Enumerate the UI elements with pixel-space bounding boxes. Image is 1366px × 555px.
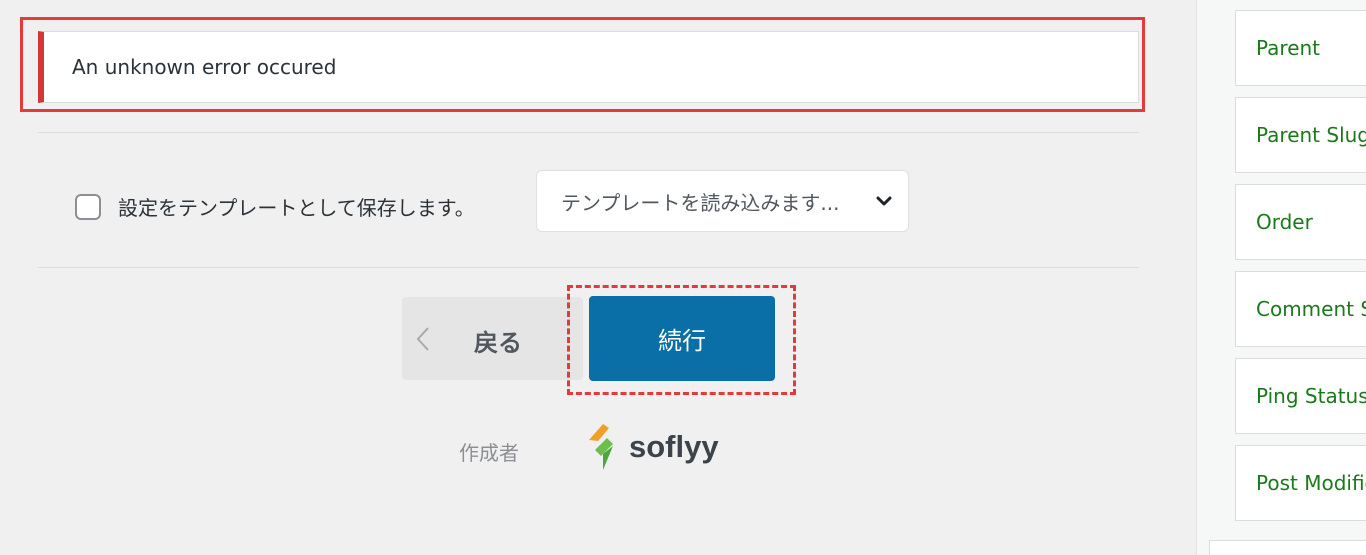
sidebar-item-label: Parent Slug xyxy=(1256,123,1366,147)
created-by-label: 作成者 xyxy=(459,441,519,465)
sidebar-item-post-modified[interactable]: Post Modified Date xyxy=(1235,445,1366,521)
error-notice: An unknown error occured xyxy=(38,31,1139,103)
page: An unknown error occured 設定をテンプレートとして保存し… xyxy=(0,0,1366,555)
divider-bottom xyxy=(38,267,1139,268)
sidebar-item-parent[interactable]: Parent xyxy=(1235,10,1366,86)
continue-button-label: 続行 xyxy=(658,327,706,355)
load-template-select[interactable]: テンプレートを読み込みます... xyxy=(536,170,909,232)
sidebar-item-label: Post Modified Date xyxy=(1256,471,1366,495)
sidebar-item-ping-status[interactable]: Ping Status xyxy=(1235,358,1366,434)
save-template-checkbox[interactable] xyxy=(75,193,101,220)
error-message: An unknown error occured xyxy=(72,55,337,79)
sidebar-item-label: Order xyxy=(1256,210,1313,234)
save-template-row: 設定をテンプレートとして保存します。 xyxy=(75,192,475,221)
divider-top xyxy=(38,132,1139,133)
sidebar-item-order[interactable]: Order xyxy=(1235,184,1366,260)
field-sidebar: Parent Parent Slug Order Comment Status … xyxy=(1196,0,1366,555)
sidebar-next-item xyxy=(1209,540,1366,555)
soflyy-brand-name: soflyy xyxy=(629,429,719,464)
sidebar-item-label: Parent xyxy=(1256,36,1321,60)
soflyy-logo-icon xyxy=(589,424,613,470)
chevron-left-icon xyxy=(416,327,429,351)
save-template-label[interactable]: 設定をテンプレートとして保存します。 xyxy=(118,192,475,221)
sidebar-item-label: Ping Status xyxy=(1256,384,1366,408)
sidebar-item-comment-status[interactable]: Comment Status xyxy=(1235,271,1366,347)
soflyy-brand: soflyy xyxy=(583,418,719,476)
sidebar-item-parent-slug[interactable]: Parent Slug xyxy=(1235,97,1366,173)
sidebar-item-label: Comment Status xyxy=(1256,297,1366,321)
main-panel: An unknown error occured 設定をテンプレートとして保存し… xyxy=(0,0,1196,555)
continue-button[interactable]: 続行 xyxy=(589,296,775,381)
load-template-placeholder: テンプレートを読み込みます... xyxy=(561,190,840,215)
back-button-label[interactable]: 戻る xyxy=(474,323,522,358)
chevron-down-icon xyxy=(876,196,892,206)
